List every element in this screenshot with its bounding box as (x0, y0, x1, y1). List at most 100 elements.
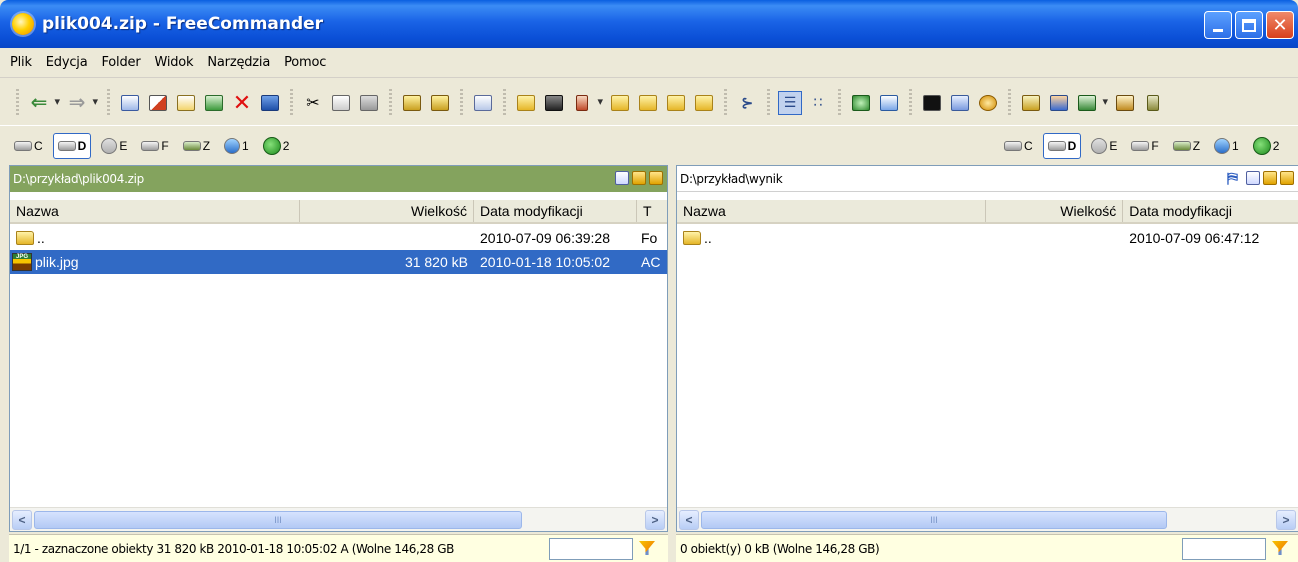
windows-button[interactable] (877, 91, 901, 115)
menu-edycja[interactable]: Edycja (46, 55, 88, 70)
drive-d-button[interactable]: D (52, 133, 92, 159)
history-icon[interactable] (615, 171, 629, 185)
search-button[interactable] (542, 91, 566, 115)
menu-folder[interactable]: Folder (101, 55, 140, 70)
favorites-folder-icon[interactable] (632, 171, 646, 185)
drive-c-button[interactable]: C (10, 133, 47, 159)
column-date[interactable]: Data modyfikacji (474, 200, 637, 222)
properties-button[interactable] (1019, 91, 1043, 115)
ftp-2-button[interactable]: 2 (259, 133, 294, 159)
up-folder-icon[interactable] (649, 171, 663, 185)
menu-widok[interactable]: Widok (154, 55, 193, 70)
title-bar[interactable]: plik004.zip - FreeCommander ✕ (0, 0, 1298, 48)
right-status-bar: 0 obiekt(y) 0 kB (Wolne 146,28 GB) (676, 534, 1298, 562)
drive-e-button[interactable]: E (1087, 133, 1121, 159)
left-path-bar[interactable]: D:\przykład\plik004.zip (10, 166, 667, 192)
copy-clipboard-button[interactable] (329, 91, 353, 115)
menu-pomoc[interactable]: Pomoc (284, 55, 326, 70)
filter-icon[interactable] (1272, 541, 1288, 555)
right-file-panel[interactable]: D:\przykład\wynik ⛿ Nazwa Wielkość Data … (676, 165, 1298, 532)
size-button[interactable] (1113, 91, 1137, 115)
drive-f-button[interactable]: F (1127, 133, 1162, 159)
scroll-left-button[interactable]: < (679, 509, 699, 530)
notepad-button[interactable] (948, 91, 972, 115)
up-folder-icon[interactable] (1280, 171, 1294, 185)
drive-e-button[interactable]: E (97, 133, 131, 159)
tree-view-button[interactable]: ⊱ (735, 91, 759, 115)
scroll-thumb[interactable]: III (701, 510, 1167, 529)
delete-icon: ✕ (232, 89, 252, 115)
column-type[interactable]: T (637, 200, 667, 222)
icons-view-button[interactable]: ∷ (806, 91, 830, 115)
new-folder-button[interactable] (514, 91, 538, 115)
filter-icon[interactable] (639, 541, 655, 555)
refresh-button[interactable] (849, 91, 873, 115)
copy-file-button[interactable] (174, 91, 198, 115)
right-status-text: 0 obiekt(y) 0 kB (Wolne 146,28 GB) (680, 541, 880, 556)
details-view-button[interactable]: ☰ (778, 90, 802, 115)
user-button[interactable] (1047, 91, 1071, 115)
scroll-right-button[interactable]: > (645, 509, 665, 530)
drive-label: 1 (1232, 139, 1239, 153)
drive-z-button[interactable]: Z (179, 133, 214, 159)
drive-label: C (34, 139, 43, 153)
search-binoculars-icon (545, 94, 563, 111)
drive-f-button[interactable]: F (137, 133, 172, 159)
move-file-button[interactable] (202, 91, 226, 115)
extra-button[interactable] (1141, 91, 1165, 115)
favorites-folder-icon[interactable] (1263, 171, 1277, 185)
edit-file-button[interactable] (146, 91, 170, 115)
list-item-selected[interactable]: JPG plik.jpg 31 820 kB 2010-01-18 10:05:0… (10, 250, 667, 274)
drive-c-button[interactable]: C (1000, 133, 1037, 159)
column-size[interactable]: Wielkość (986, 200, 1124, 222)
maximize-button[interactable] (1235, 11, 1263, 39)
list-item[interactable]: .. 2010-07-09 06:47:12 (677, 226, 1298, 250)
history-icon[interactable] (1246, 171, 1260, 185)
network-1-button[interactable]: 1 (220, 133, 253, 159)
column-name[interactable]: Nazwa (10, 200, 300, 222)
left-file-panel[interactable]: D:\przykład\plik004.zip Nazwa Wielkość D… (9, 165, 668, 532)
folder-star-button[interactable] (608, 91, 632, 115)
right-horizontal-scrollbar[interactable]: < III > (677, 507, 1298, 531)
drive-z-button[interactable]: Z (1169, 133, 1204, 159)
column-size[interactable]: Wielkość (300, 200, 474, 222)
left-filter-input[interactable] (549, 538, 633, 560)
tree-sync-icon[interactable]: ⛿ (1227, 171, 1243, 186)
column-name[interactable]: Nazwa (677, 200, 987, 222)
cut-button[interactable]: ✂ (301, 91, 325, 115)
forward-button[interactable]: ⇒ (65, 91, 98, 115)
scroll-left-button[interactable]: < (12, 509, 32, 530)
folder-kb-button[interactable] (636, 91, 660, 115)
unpack-button[interactable] (428, 91, 452, 115)
drive-d-button[interactable]: D (1042, 133, 1082, 159)
right-path-bar[interactable]: D:\przykład\wynik ⛿ (677, 166, 1298, 192)
panel-splitter[interactable] (668, 165, 676, 562)
minimize-button[interactable] (1204, 11, 1232, 39)
column-date[interactable]: Data modyfikacji (1123, 200, 1298, 222)
back-button[interactable]: ⇐ (27, 91, 60, 115)
edit-menu-button[interactable] (1075, 91, 1108, 115)
close-button[interactable]: ✕ (1266, 11, 1294, 39)
list-item[interactable]: .. 2010-07-09 06:39:28 Fo (10, 226, 667, 250)
scroll-thumb[interactable]: III (34, 510, 522, 529)
find-button[interactable] (258, 91, 282, 115)
settings-button[interactable] (976, 91, 1000, 115)
paste-button[interactable] (357, 91, 381, 115)
folder-list-button[interactable] (664, 91, 688, 115)
network-1-button[interactable]: 1 (1210, 133, 1243, 159)
compare-button[interactable] (471, 91, 495, 115)
right-filter-input[interactable] (1182, 538, 1266, 560)
left-horizontal-scrollbar[interactable]: < III > (10, 507, 667, 531)
view-file-button[interactable] (118, 91, 142, 115)
pack-button[interactable] (400, 91, 424, 115)
folder-tree-button[interactable] (692, 91, 716, 115)
drive-label: F (1151, 139, 1159, 153)
scroll-right-button[interactable]: > (1276, 509, 1296, 530)
favorites-button[interactable] (570, 91, 603, 115)
toolbar-separator (460, 88, 463, 117)
menu-plik[interactable]: Plik (10, 55, 32, 70)
ftp-2-button[interactable]: 2 (1249, 133, 1284, 159)
dos-prompt-button[interactable] (920, 91, 944, 115)
menu-narzedzia[interactable]: Narzędzia (207, 55, 270, 70)
delete-button[interactable]: ✕ (230, 91, 254, 115)
